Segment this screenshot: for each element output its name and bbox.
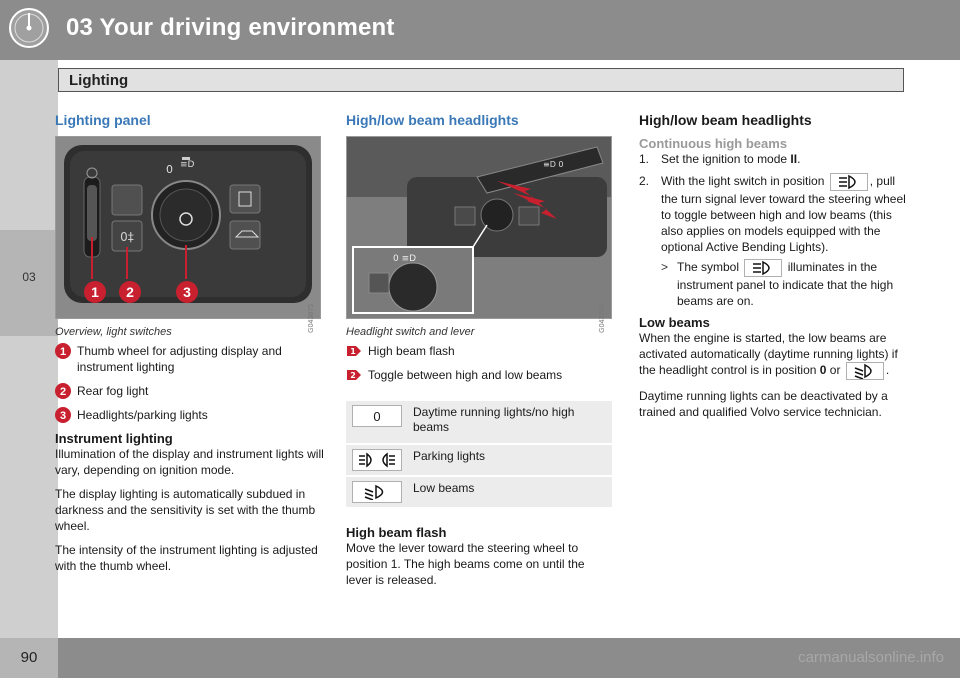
legend-text: Headlights/parking lights xyxy=(77,408,208,422)
chapter-title: 03 Your driving environment xyxy=(66,14,395,41)
table-row: Low beams xyxy=(346,476,612,508)
figure-code: G043785 xyxy=(599,304,606,333)
instrument-lighting-heading: Instrument lighting xyxy=(55,431,173,446)
gauge-icon xyxy=(0,0,58,60)
callout-2: 2 xyxy=(119,281,141,303)
table-cell: Daytime running lights/no high beams xyxy=(413,405,575,434)
paragraph: When the engine is started, the low beam… xyxy=(639,330,911,380)
light-position-table: 0 Daytime running lights/no high beams P… xyxy=(346,401,612,509)
step-item: 1. Set the ignition to mode II. xyxy=(639,152,801,166)
svg-text:≡D 0: ≡D 0 xyxy=(543,160,564,169)
table-row: Parking lights xyxy=(346,444,612,476)
step-result: > The symbol illuminates in the instrume… xyxy=(661,259,894,308)
chapter-tab[interactable]: 03 xyxy=(0,230,58,336)
low-beam-icon xyxy=(352,481,402,503)
legend-text: Thumb wheel for adjusting display and in… xyxy=(77,344,282,374)
high-low-beam-heading-2: High/low beam headlights xyxy=(639,112,812,128)
chapter-sidebar: 03 xyxy=(0,60,58,638)
headlight-lever-figure: ≡D 0 0 ≡D G043785 xyxy=(346,136,612,333)
legend-number-3: 3 xyxy=(55,407,71,423)
arrow-marker-1-icon: 1 xyxy=(346,343,362,359)
continuous-high-beams-heading: Continuous high beams xyxy=(639,136,788,151)
figure-caption: Headlight switch and lever xyxy=(346,326,475,338)
paragraph: Move the lever toward the steering wheel… xyxy=(346,541,585,587)
figure-code: G043875 xyxy=(308,304,315,333)
svg-text:2: 2 xyxy=(350,371,356,380)
page-footer: 90 carmanualsonline.info xyxy=(0,638,960,678)
svg-text:0: 0 xyxy=(166,163,173,176)
lighting-panel-figure: 0‡ 0 ≡D 1 2 3 G043875 xyxy=(55,136,321,333)
step-item: 2. With the light switch in position , pu… xyxy=(639,173,911,309)
svg-text:≡D: ≡D xyxy=(180,160,195,170)
paragraph: Daytime running lights can be deactivate… xyxy=(639,389,888,419)
table-cell: Low beams xyxy=(413,481,475,495)
section-title-bar: Lighting xyxy=(58,68,904,92)
high-beam-position-icon xyxy=(829,173,868,191)
svg-text:0 ≡D: 0 ≡D xyxy=(393,254,416,264)
watermark: carmanualsonline.info xyxy=(798,649,944,666)
callout-1: 1 xyxy=(84,281,106,303)
arrow-marker-2-icon: 2 xyxy=(346,367,362,383)
column-high-low-beam: High/low beam headlights ≡D 0 0 ≡D G0437… xyxy=(346,112,612,588)
legend-item: 2 Rear fog light xyxy=(55,383,325,399)
table-cell: Parking lights xyxy=(413,449,486,463)
low-beams-heading: Low beams xyxy=(639,315,710,330)
paragraph: The display lighting is automatically su… xyxy=(55,487,316,533)
low-beam-position-icon xyxy=(845,362,884,380)
table-row: 0 Daytime running lights/no high beams xyxy=(346,401,612,444)
column-continuous-high-beams: High/low beam headlights Continuous high… xyxy=(639,112,911,420)
page-header: 03 Your driving environment xyxy=(0,0,960,60)
legend-item: 3 Headlights/parking lights xyxy=(55,407,325,423)
section-title: Lighting xyxy=(69,72,129,89)
svg-text:1: 1 xyxy=(350,347,356,356)
legend-item: 1 Thumb wheel for adjusting display and … xyxy=(55,343,325,375)
column-lighting-panel: Lighting panel 0‡ 0 ≡D 1 2 3 G043875 Ove… xyxy=(55,112,325,574)
legend-text: Rear fog light xyxy=(77,384,149,398)
figure-caption: Overview, light switches xyxy=(55,326,172,338)
high-beam-indicator-icon xyxy=(744,259,783,277)
high-beam-flash-heading: High beam flash xyxy=(346,525,447,540)
chapter-tab-label: 03 xyxy=(22,270,36,284)
legend-item: 1 High beam flash xyxy=(346,343,612,359)
callout-3: 3 xyxy=(176,281,198,303)
lighting-panel-heading: Lighting panel xyxy=(55,112,151,128)
parking-lights-icon xyxy=(352,449,402,471)
legend-number-2: 2 xyxy=(55,383,71,399)
svg-text:0‡: 0‡ xyxy=(120,230,134,244)
zero-position-symbol: 0 xyxy=(352,405,402,427)
legend-text: High beam flash xyxy=(368,344,455,358)
paragraph: The intensity of the instrument lighting… xyxy=(55,543,318,573)
legend-item: 2 Toggle between high and low beams xyxy=(346,367,612,383)
paragraph: Illumination of the display and instrume… xyxy=(55,447,324,477)
page-number-box: 90 xyxy=(0,638,58,678)
steps-list: 1. Set the ignition to mode II. 2. With th… xyxy=(639,151,911,309)
high-low-beam-heading: High/low beam headlights xyxy=(346,112,519,128)
legend-number-1: 1 xyxy=(55,343,71,359)
page-number: 90 xyxy=(20,649,38,666)
legend-text: Toggle between high and low beams xyxy=(368,368,563,382)
